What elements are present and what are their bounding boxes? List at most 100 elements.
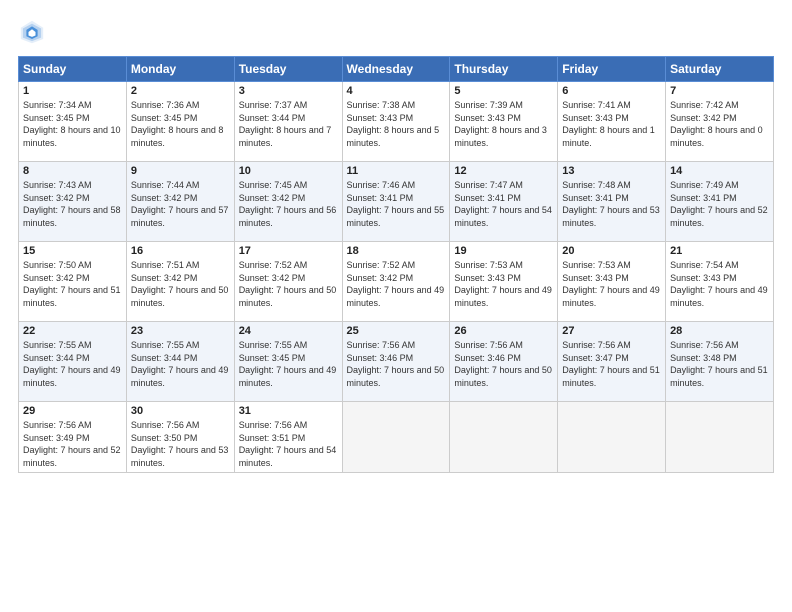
calendar-cell: 3Sunrise: 7:37 AM Sunset: 3:44 PM Daylig… — [234, 82, 342, 162]
calendar-row-4: 22Sunrise: 7:55 AM Sunset: 3:44 PM Dayli… — [19, 322, 774, 402]
day-number: 31 — [239, 405, 338, 417]
day-info: Sunrise: 7:53 AM Sunset: 3:43 PM Dayligh… — [454, 259, 553, 309]
calendar-cell — [666, 402, 774, 473]
day-number: 27 — [562, 325, 661, 337]
calendar-cell: 27 Sunrise: 7:56 AM Sunset: 3:47 PM Dayli… — [558, 322, 666, 402]
day-info: Sunrise: 7:48 AM Sunset: 3:41 PM Dayligh… — [562, 179, 661, 229]
calendar-cell — [342, 402, 450, 473]
day-info: Sunrise: 7:51 AM Sunset: 3:42 PM Dayligh… — [131, 259, 230, 309]
day-number: 23 — [131, 325, 230, 337]
calendar-cell: 21 Sunrise: 7:54 AM Sunset: 3:43 PM Dayli… — [666, 242, 774, 322]
calendar-row-3: 15Sunrise: 7:50 AM Sunset: 3:42 PM Dayli… — [19, 242, 774, 322]
calendar-row-2: 8 Sunrise: 7:43 AM Sunset: 3:42 PM Daylig… — [19, 162, 774, 242]
day-info: Sunrise: 7:34 AM Sunset: 3:45 PM Dayligh… — [23, 99, 122, 149]
day-info: Sunrise: 7:41 AM Sunset: 3:43 PM Dayligh… — [562, 99, 661, 149]
calendar-cell: 14 Sunrise: 7:49 AM Sunset: 3:41 PM Dayli… — [666, 162, 774, 242]
day-number: 8 — [23, 165, 122, 177]
page: SundayMondayTuesdayWednesdayThursdayFrid… — [0, 0, 792, 612]
day-number: 21 — [670, 245, 769, 257]
calendar-cell: 25 Sunrise: 7:56 AM Sunset: 3:46 PM Dayli… — [342, 322, 450, 402]
day-number: 10 — [239, 165, 338, 177]
logo — [18, 18, 50, 46]
calendar-cell: 2Sunrise: 7:36 AM Sunset: 3:45 PM Daylig… — [126, 82, 234, 162]
day-number: 7 — [670, 85, 769, 97]
day-info: Sunrise: 7:55 AM Sunset: 3:45 PM Dayligh… — [239, 339, 338, 389]
calendar-cell: 28 Sunrise: 7:56 AM Sunset: 3:48 PM Dayli… — [666, 322, 774, 402]
day-info: Sunrise: 7:44 AM Sunset: 3:42 PM Dayligh… — [131, 179, 230, 229]
day-number: 18 — [347, 245, 446, 257]
day-info: Sunrise: 7:56 AM Sunset: 3:49 PM Dayligh… — [23, 419, 122, 469]
calendar-cell — [450, 402, 558, 473]
calendar-cell: 18 Sunrise: 7:52 AM Sunset: 3:42 PM Dayli… — [342, 242, 450, 322]
calendar-cell: 10 Sunrise: 7:45 AM Sunset: 3:42 PM Dayli… — [234, 162, 342, 242]
day-info: Sunrise: 7:54 AM Sunset: 3:43 PM Dayligh… — [670, 259, 769, 309]
day-number: 20 — [562, 245, 661, 257]
day-info: Sunrise: 7:47 AM Sunset: 3:41 PM Dayligh… — [454, 179, 553, 229]
calendar-cell: 11 Sunrise: 7:46 AM Sunset: 3:41 PM Dayli… — [342, 162, 450, 242]
day-number: 6 — [562, 85, 661, 97]
calendar-cell: 4 Sunrise: 7:38 AM Sunset: 3:43 PM Daylig… — [342, 82, 450, 162]
calendar-cell: 6 Sunrise: 7:41 AM Sunset: 3:43 PM Daylig… — [558, 82, 666, 162]
calendar-cell: 31 Sunrise: 7:56 AM Sunset: 3:51 PM Dayli… — [234, 402, 342, 473]
calendar-cell: 24 Sunrise: 7:55 AM Sunset: 3:45 PM Dayli… — [234, 322, 342, 402]
day-info: Sunrise: 7:56 AM Sunset: 3:51 PM Dayligh… — [239, 419, 338, 469]
day-info: Sunrise: 7:56 AM Sunset: 3:48 PM Dayligh… — [670, 339, 769, 389]
day-info: Sunrise: 7:56 AM Sunset: 3:46 PM Dayligh… — [347, 339, 446, 389]
column-header-sunday: Sunday — [19, 57, 127, 82]
calendar-cell: 9 Sunrise: 7:44 AM Sunset: 3:42 PM Daylig… — [126, 162, 234, 242]
calendar-cell: 12Sunrise: 7:47 AM Sunset: 3:41 PM Dayli… — [450, 162, 558, 242]
calendar-cell — [558, 402, 666, 473]
day-info: Sunrise: 7:50 AM Sunset: 3:42 PM Dayligh… — [23, 259, 122, 309]
calendar-cell: 26 Sunrise: 7:56 AM Sunset: 3:46 PM Dayli… — [450, 322, 558, 402]
day-info: Sunrise: 7:53 AM Sunset: 3:43 PM Dayligh… — [562, 259, 661, 309]
day-number: 25 — [347, 325, 446, 337]
column-header-saturday: Saturday — [666, 57, 774, 82]
calendar-cell: 30 Sunrise: 7:56 AM Sunset: 3:50 PM Dayli… — [126, 402, 234, 473]
day-number: 5 — [454, 85, 553, 97]
column-header-wednesday: Wednesday — [342, 57, 450, 82]
calendar-cell: 8 Sunrise: 7:43 AM Sunset: 3:42 PM Daylig… — [19, 162, 127, 242]
day-number: 9 — [131, 165, 230, 177]
day-number: 26 — [454, 325, 553, 337]
day-info: Sunrise: 7:43 AM Sunset: 3:42 PM Dayligh… — [23, 179, 122, 229]
day-info: Sunrise: 7:46 AM Sunset: 3:41 PM Dayligh… — [347, 179, 446, 229]
calendar-row-1: 1Sunrise: 7:34 AM Sunset: 3:45 PM Daylig… — [19, 82, 774, 162]
day-info: Sunrise: 7:45 AM Sunset: 3:42 PM Dayligh… — [239, 179, 338, 229]
day-number: 19 — [454, 245, 553, 257]
day-number: 17 — [239, 245, 338, 257]
calendar-cell: 19 Sunrise: 7:53 AM Sunset: 3:43 PM Dayli… — [450, 242, 558, 322]
calendar-cell: 1Sunrise: 7:34 AM Sunset: 3:45 PM Daylig… — [19, 82, 127, 162]
day-number: 14 — [670, 165, 769, 177]
day-info: Sunrise: 7:56 AM Sunset: 3:47 PM Dayligh… — [562, 339, 661, 389]
calendar-header-row: SundayMondayTuesdayWednesdayThursdayFrid… — [19, 57, 774, 82]
column-header-thursday: Thursday — [450, 57, 558, 82]
day-number: 30 — [131, 405, 230, 417]
day-number: 4 — [347, 85, 446, 97]
calendar-cell: 15Sunrise: 7:50 AM Sunset: 3:42 PM Dayli… — [19, 242, 127, 322]
day-info: Sunrise: 7:56 AM Sunset: 3:46 PM Dayligh… — [454, 339, 553, 389]
logo-icon — [18, 18, 46, 46]
day-number: 28 — [670, 325, 769, 337]
day-info: Sunrise: 7:49 AM Sunset: 3:41 PM Dayligh… — [670, 179, 769, 229]
day-info: Sunrise: 7:37 AM Sunset: 3:44 PM Dayligh… — [239, 99, 338, 149]
day-number: 13 — [562, 165, 661, 177]
calendar-cell: 5 Sunrise: 7:39 AM Sunset: 3:43 PM Daylig… — [450, 82, 558, 162]
calendar-cell: 29 Sunrise: 7:56 AM Sunset: 3:49 PM Dayli… — [19, 402, 127, 473]
calendar-cell: 13 Sunrise: 7:48 AM Sunset: 3:41 PM Dayli… — [558, 162, 666, 242]
day-info: Sunrise: 7:52 AM Sunset: 3:42 PM Dayligh… — [347, 259, 446, 309]
day-info: Sunrise: 7:38 AM Sunset: 3:43 PM Dayligh… — [347, 99, 446, 149]
calendar-cell: 16Sunrise: 7:51 AM Sunset: 3:42 PM Dayli… — [126, 242, 234, 322]
column-header-friday: Friday — [558, 57, 666, 82]
day-number: 11 — [347, 165, 446, 177]
day-info: Sunrise: 7:56 AM Sunset: 3:50 PM Dayligh… — [131, 419, 230, 469]
day-info: Sunrise: 7:55 AM Sunset: 3:44 PM Dayligh… — [23, 339, 122, 389]
day-number: 24 — [239, 325, 338, 337]
calendar-cell: 7Sunrise: 7:42 AM Sunset: 3:42 PM Daylig… — [666, 82, 774, 162]
day-number: 29 — [23, 405, 122, 417]
header — [18, 18, 774, 46]
day-info: Sunrise: 7:52 AM Sunset: 3:42 PM Dayligh… — [239, 259, 338, 309]
column-header-monday: Monday — [126, 57, 234, 82]
day-info: Sunrise: 7:55 AM Sunset: 3:44 PM Dayligh… — [131, 339, 230, 389]
day-info: Sunrise: 7:39 AM Sunset: 3:43 PM Dayligh… — [454, 99, 553, 149]
calendar-cell: 20 Sunrise: 7:53 AM Sunset: 3:43 PM Dayli… — [558, 242, 666, 322]
